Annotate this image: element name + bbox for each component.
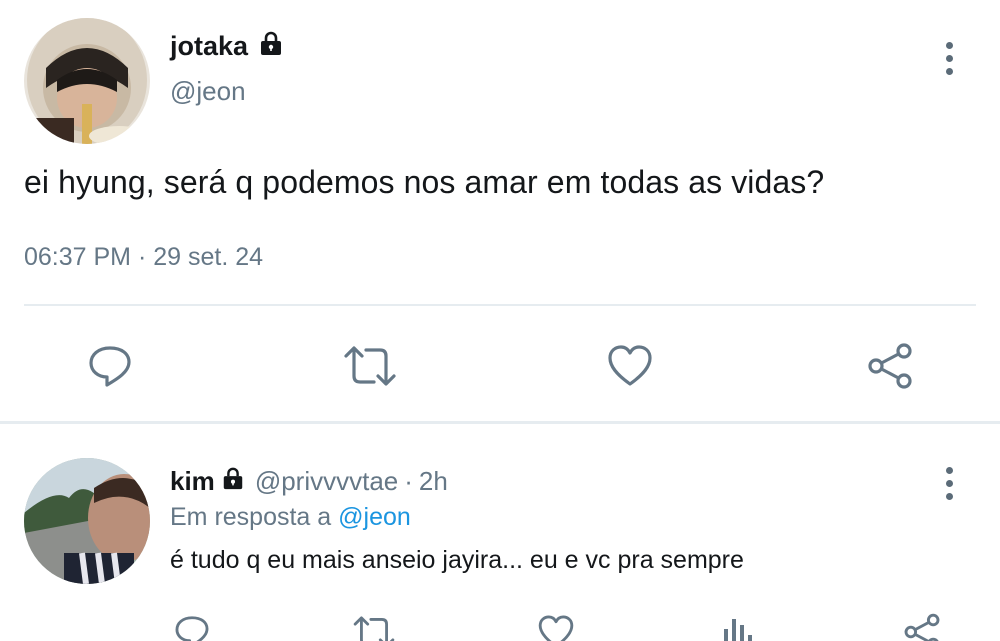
reply-handle[interactable]: @privvvvtae <box>255 466 398 497</box>
reply-display-name[interactable]: kim <box>170 466 215 497</box>
retweet-button[interactable] <box>350 610 398 641</box>
analytics-button[interactable] <box>716 610 760 641</box>
meta-separator: · <box>404 466 413 496</box>
avatar-photo <box>24 18 150 144</box>
author-display-name[interactable]: jotaka <box>170 31 248 62</box>
reply-icon <box>89 346 131 387</box>
main-tweet: jotaka @jeon ei hyung, será q podemos no… <box>0 0 1000 420</box>
reply-author-row: kim @privvvvtae · 2h <box>170 466 448 497</box>
more-options-icon[interactable] <box>934 461 964 505</box>
divider <box>24 304 976 306</box>
author-handle[interactable]: @jeon <box>170 76 246 107</box>
replying-to-mention[interactable]: @jeon <box>338 503 411 531</box>
more-options-icon[interactable] <box>934 36 964 80</box>
retweet-button[interactable] <box>340 338 400 394</box>
retweet-icon <box>344 346 396 386</box>
tweet-text: ei hyung, será q podemos nos amar em tod… <box>24 164 825 200</box>
retweet-icon <box>353 616 395 641</box>
heart-icon <box>608 345 652 386</box>
reply-text: é tudo q eu mais anseio jayira... eu e v… <box>170 546 744 574</box>
author-name-row: jotaka <box>170 30 284 63</box>
avatar[interactable] <box>24 18 150 144</box>
like-button[interactable] <box>534 610 578 641</box>
reply-icon <box>175 616 209 641</box>
like-button[interactable] <box>602 338 658 394</box>
replying-prefix: Em resposta a <box>170 503 332 531</box>
reply-button[interactable] <box>170 610 214 641</box>
share-icon <box>868 343 912 389</box>
reply-tweet: kim @privvvvtae · 2h Em resposta a @jeon… <box>0 424 1000 641</box>
replying-to-line: Em resposta a @jeon <box>170 503 411 532</box>
analytics-icon <box>724 619 752 641</box>
share-icon <box>904 613 940 641</box>
reply-time[interactable]: 2h <box>419 466 448 497</box>
lock-icon <box>221 466 245 497</box>
share-button[interactable] <box>862 338 918 394</box>
tweet-timestamp[interactable]: 06:37 PM · 29 set. 24 <box>24 243 263 272</box>
reply-avatar-photo <box>24 458 150 584</box>
lock-icon <box>258 30 284 63</box>
reply-avatar[interactable] <box>24 458 150 584</box>
heart-icon <box>538 615 574 641</box>
reply-button[interactable] <box>82 338 138 394</box>
share-button[interactable] <box>900 610 944 641</box>
